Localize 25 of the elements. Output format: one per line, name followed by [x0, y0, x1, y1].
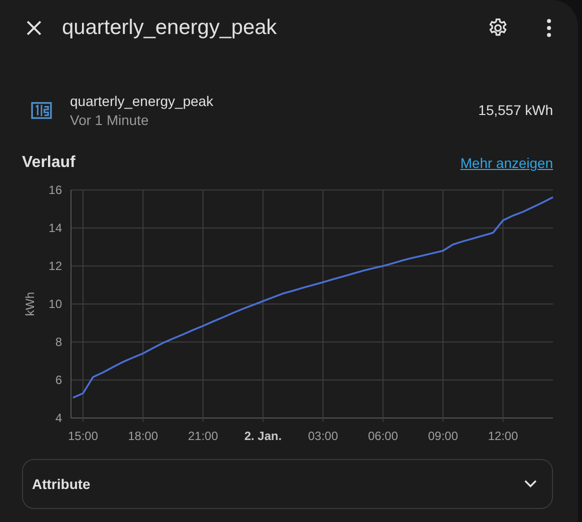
dialog-title: quarterly_energy_peak — [62, 16, 278, 40]
attributes-expander[interactable]: Attribute — [22, 459, 553, 509]
axis-label: 2. Jan. — [244, 429, 282, 442]
axis-label: 16 — [48, 183, 62, 197]
axis-label: 06:00 — [368, 429, 398, 442]
axis-label: 18:00 — [128, 429, 158, 442]
last-changed: Vor 1 Minute — [70, 112, 150, 128]
show-more-link[interactable]: Mehr anzeigen — [460, 155, 553, 171]
axis-title: kWh — [23, 292, 37, 316]
axis-label: 4 — [55, 411, 62, 425]
axis-label: 12:00 — [488, 429, 518, 442]
counter-icon — [31, 102, 52, 118]
axis-label: 10 — [48, 297, 62, 311]
axis-label: 6 — [55, 373, 62, 387]
axis-label: 14 — [48, 221, 62, 235]
axis-label: 8 — [55, 335, 62, 349]
axis-label: 03:00 — [308, 429, 338, 442]
more-icon[interactable] — [546, 18, 552, 38]
entity-state: 15,557 kWh — [478, 102, 553, 118]
axis-label: 12 — [48, 259, 62, 273]
axis-label: 15:00 — [68, 429, 98, 442]
section-title: Verlauf — [22, 154, 76, 172]
entity-name: quarterly_energy_peak — [70, 92, 214, 108]
axis-label: 21:00 — [188, 429, 218, 442]
axis-label: 09:00 — [428, 429, 458, 442]
